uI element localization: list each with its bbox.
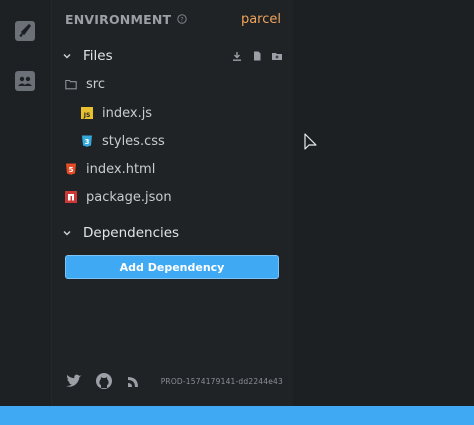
add-dependency-button[interactable]: Add Dependency [65,255,279,279]
template-name[interactable]: parcel [241,12,281,27]
file-index-html[interactable]: 5 index.html [65,158,155,180]
file-name: src [86,76,105,92]
file-name: package.json [86,189,172,205]
mouse-cursor-icon [304,133,318,153]
sidebar-footer: PROD-1574179141-dd2244e43 [65,371,283,391]
css-file-icon: 3 [81,135,93,147]
info-icon[interactable]: ? [177,14,187,24]
environment-sidebar: ENVIRONMENT ? parcel Files src JS index.… [52,0,293,406]
file-package-json[interactable]: package.json [65,186,172,208]
file-name: index.js [102,105,153,121]
folder-icon [65,78,77,90]
version-label: PROD-1574179141-dd2244e43 [160,376,283,386]
file-name: styles.css [102,133,165,149]
new-file-icon[interactable] [251,50,263,62]
svg-text:3: 3 [85,138,90,146]
svg-text:5: 5 [69,166,74,174]
chevron-down-icon[interactable] [61,227,73,239]
chevron-down-icon[interactable] [61,50,73,62]
editor-area [293,0,474,406]
spectrum-icon[interactable] [125,372,143,390]
dependencies-section-header[interactable]: Dependencies [61,222,283,244]
download-icon[interactable] [231,50,243,62]
folder-src[interactable]: src [65,73,105,95]
svg-text:?: ? [180,16,183,24]
twitter-icon[interactable] [65,372,83,390]
svg-text:JS: JS [83,112,91,119]
dependencies-section-label: Dependencies [83,225,180,241]
html-file-icon: 5 [65,163,77,175]
new-folder-icon[interactable] [271,50,283,62]
environment-header: ENVIRONMENT ? parcel [65,10,281,28]
file-styles-css[interactable]: 3 styles.css [81,130,165,152]
activity-bar [0,0,52,406]
environment-title: ENVIRONMENT [65,11,172,27]
files-section-label: Files [83,48,113,64]
rocket-icon[interactable] [13,19,37,43]
github-icon[interactable] [95,372,113,390]
people-icon[interactable] [13,69,37,93]
file-index-js[interactable]: JS index.js [81,102,152,124]
files-section-header[interactable]: Files [61,45,283,67]
file-name: index.html [86,161,156,177]
status-bar [0,406,474,425]
js-file-icon: JS [81,107,93,119]
npm-file-icon [65,191,77,203]
